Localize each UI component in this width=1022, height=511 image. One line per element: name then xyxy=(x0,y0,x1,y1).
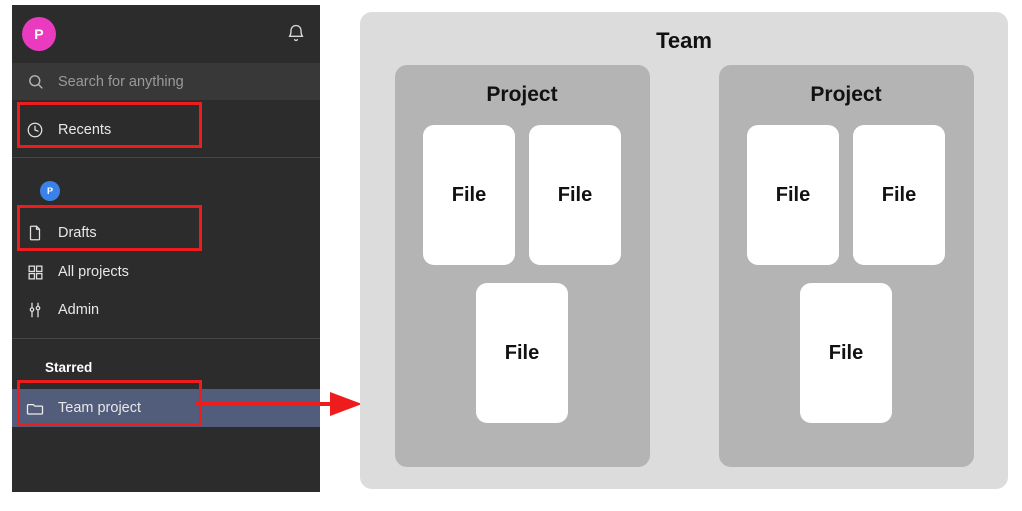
sidebar-divider xyxy=(12,157,320,158)
team-container: Team Project File File File Project File… xyxy=(360,12,1008,489)
project-label: Project xyxy=(810,83,882,106)
projects-row: Project File File File Project File File… xyxy=(360,65,1008,467)
bell-icon[interactable] xyxy=(284,21,308,45)
sliders-icon xyxy=(12,301,58,319)
project-container: Project File File File xyxy=(394,65,650,467)
sidebar-item-label: All projects xyxy=(58,264,129,280)
project-avatar-badge[interactable]: P xyxy=(40,181,60,201)
sidebar-item-recents[interactable]: Recents xyxy=(12,111,320,149)
sidebar-header: P xyxy=(12,5,320,61)
sidebar: P Search for anything Recents P Drafts A… xyxy=(12,5,320,492)
search-input[interactable]: Search for anything xyxy=(12,63,320,100)
file-card: File xyxy=(476,283,568,423)
sidebar-item-label: Team project xyxy=(58,400,142,416)
project-files-top-row: File File xyxy=(395,125,650,265)
project-container: Project File File File xyxy=(718,65,974,467)
sidebar-item-label: Admin xyxy=(58,302,100,318)
document-icon xyxy=(12,224,58,242)
project-files-bottom-row: File xyxy=(719,283,974,423)
file-card: File xyxy=(423,125,515,265)
grid-icon xyxy=(12,264,58,281)
folder-icon xyxy=(12,399,58,417)
file-card: File xyxy=(800,283,892,423)
sidebar-item-label: Drafts xyxy=(58,225,97,241)
project-files-top-row: File File xyxy=(719,125,974,265)
starred-section-header: Starred xyxy=(45,360,93,375)
sidebar-item-admin[interactable]: Admin xyxy=(12,291,320,329)
sidebar-divider xyxy=(12,338,320,339)
file-card: File xyxy=(529,125,621,265)
file-card: File xyxy=(747,125,839,265)
avatar[interactable]: P xyxy=(22,17,56,51)
search-placeholder: Search for anything xyxy=(58,73,184,90)
sidebar-item-label: Recents xyxy=(58,122,112,138)
team-label: Team xyxy=(656,28,712,53)
sidebar-item-team-project[interactable]: Team project xyxy=(12,389,320,427)
clock-icon xyxy=(12,121,58,139)
project-label: Project xyxy=(486,83,558,106)
search-icon xyxy=(12,73,58,90)
sidebar-item-all-projects[interactable]: All projects xyxy=(12,253,320,291)
project-files-bottom-row: File xyxy=(395,283,650,423)
sidebar-item-drafts[interactable]: Drafts xyxy=(12,214,320,252)
file-card: File xyxy=(853,125,945,265)
